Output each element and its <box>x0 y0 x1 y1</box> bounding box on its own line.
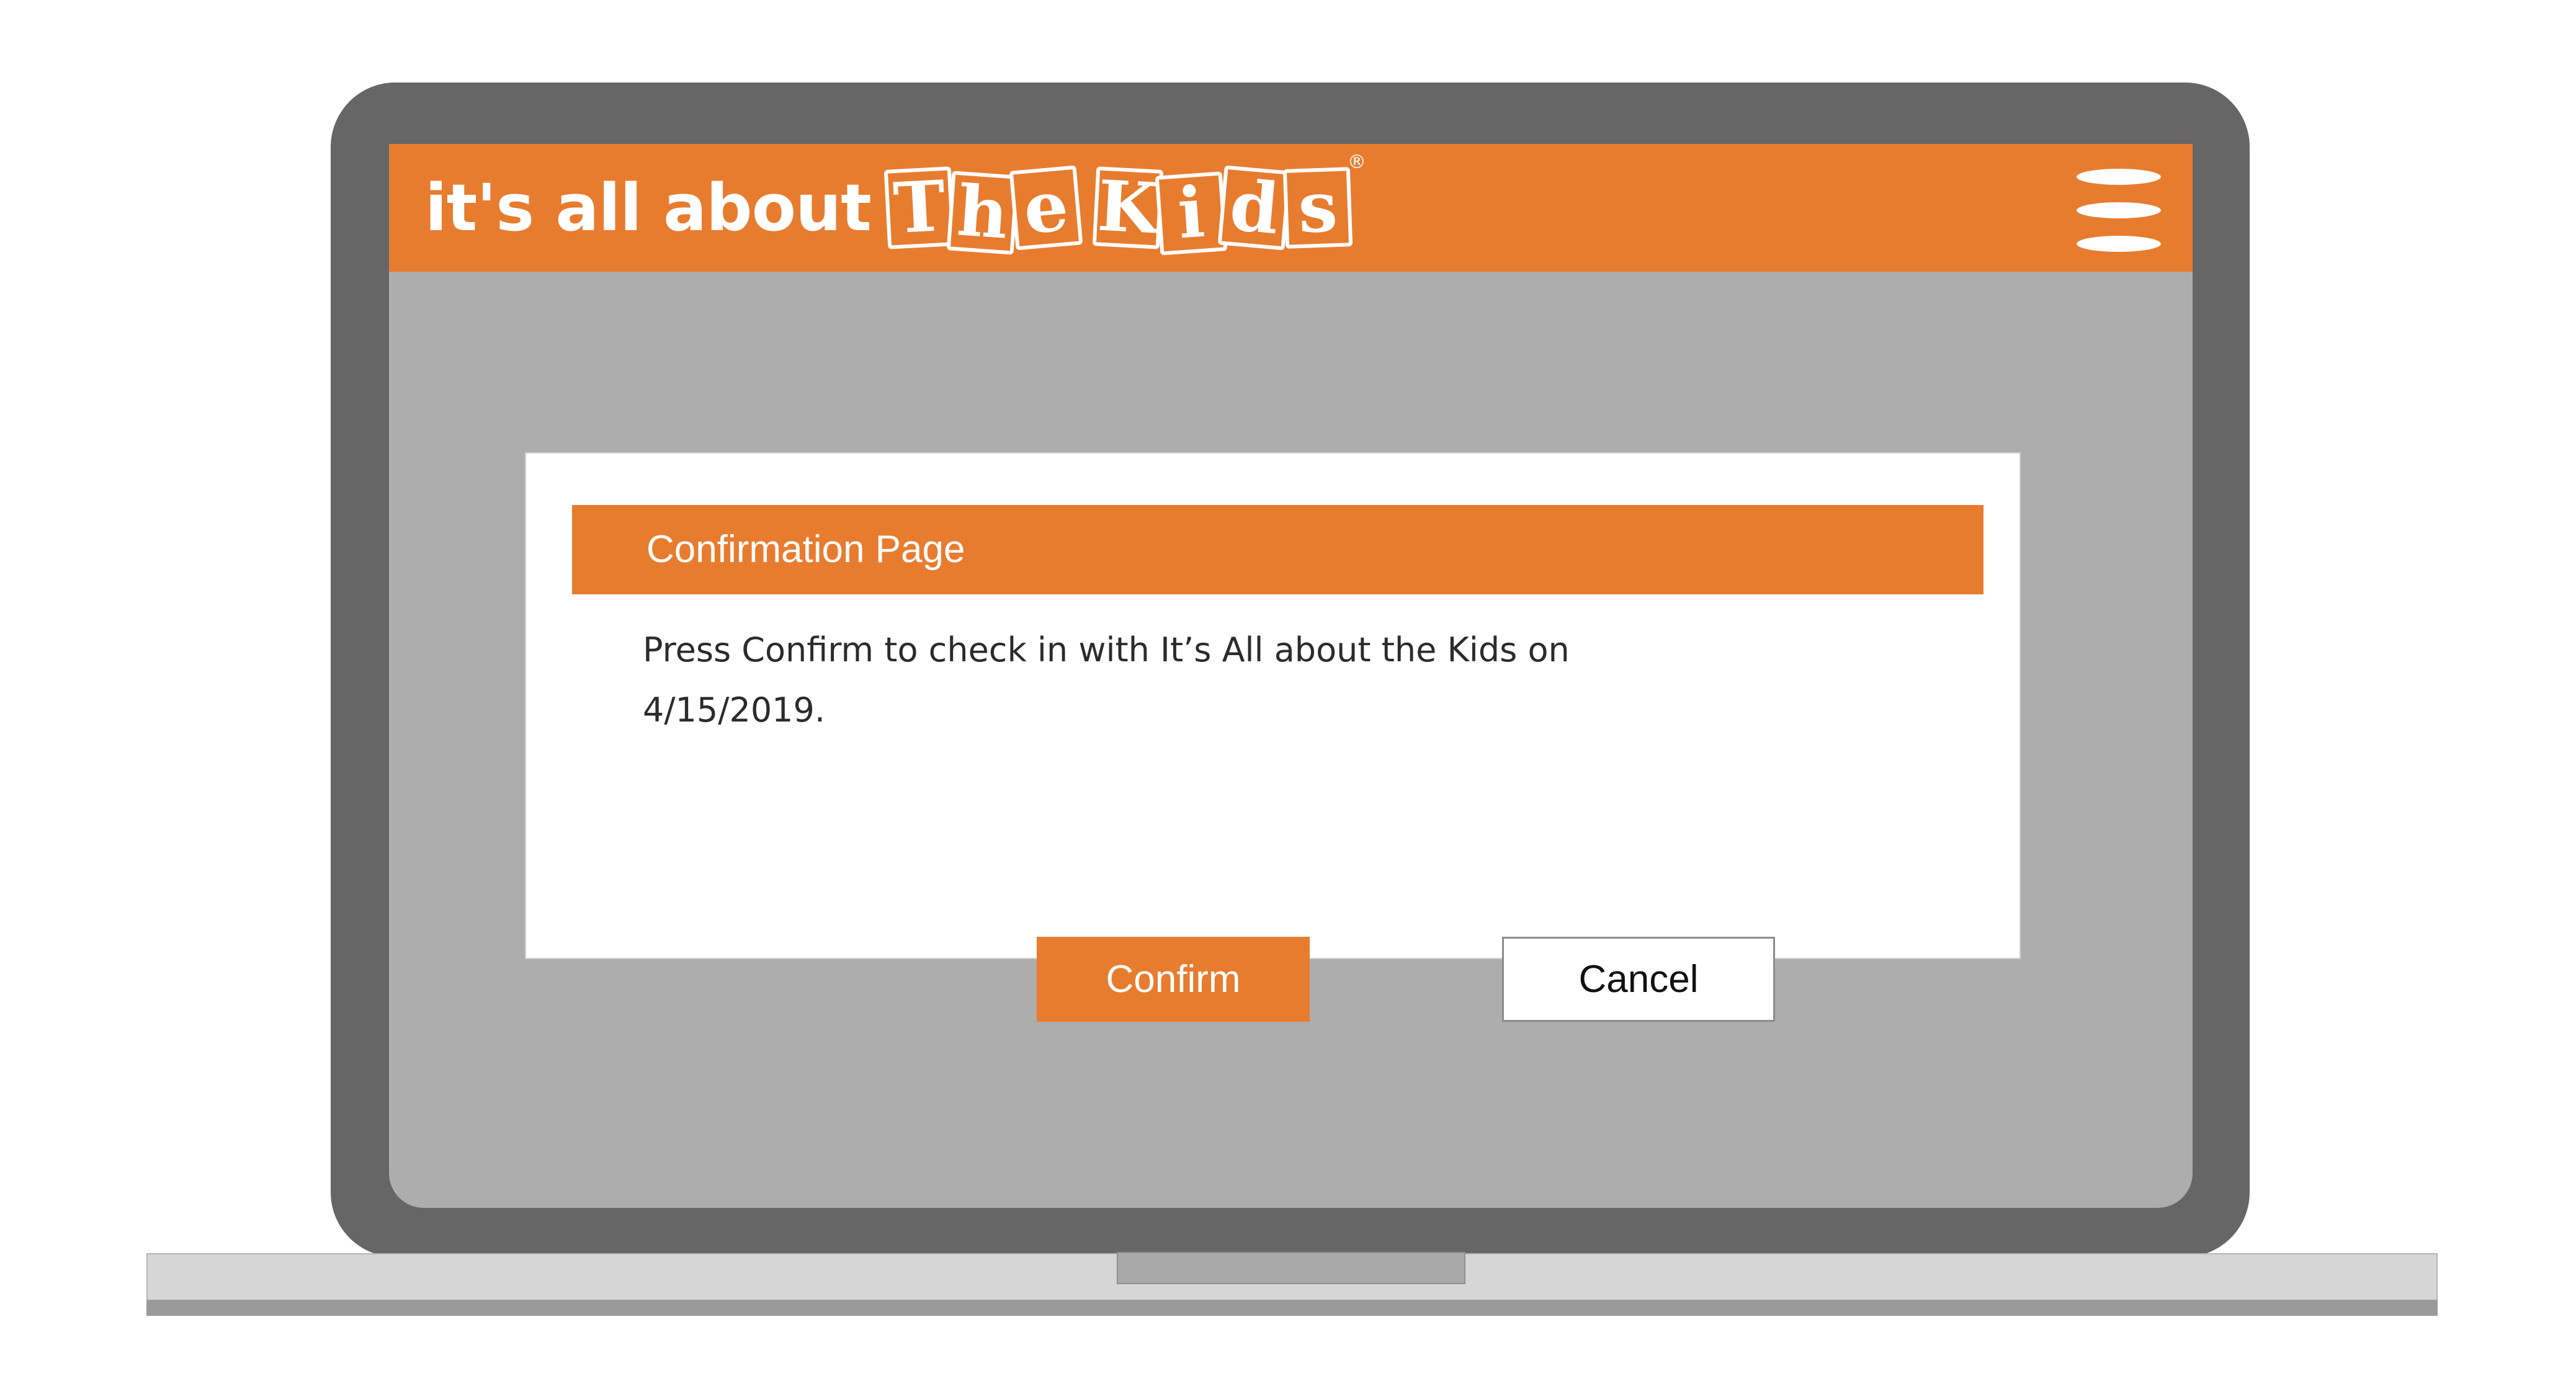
laptop-mockup: it's all about T h e K i d s ® Confirmat… <box>0 0 2576 1394</box>
confirm-button[interactable]: Confirm <box>1037 937 1310 1022</box>
registered-mark: ® <box>1347 151 1366 173</box>
menu-bar <box>2077 202 2161 218</box>
brand-tile: T <box>883 166 955 249</box>
brand-tile: h <box>946 170 1019 255</box>
dialog-message-date: 4/15/2019. <box>643 690 826 730</box>
hamburger-menu-icon[interactable] <box>2077 166 2163 252</box>
cancel-button[interactable]: Cancel <box>1502 937 1775 1022</box>
laptop-base-edge <box>146 1300 2438 1316</box>
brand-tiles: T h e K i d s ® <box>883 151 1366 256</box>
app-header: it's all about T h e K i d s ® <box>389 144 2193 272</box>
laptop-notch <box>1117 1252 1465 1284</box>
dialog-message-line: Press Confirm to check in with It’s All … <box>643 630 1570 669</box>
dialog-title-bar: Confirmation Page <box>572 505 1983 594</box>
menu-bar <box>2077 236 2161 252</box>
dialog-title: Confirmation Page <box>646 528 965 571</box>
brand-tile: i <box>1155 171 1228 256</box>
brand-tile: e <box>1009 165 1083 251</box>
brand-logo[interactable]: it's all about T h e K i d s ® <box>425 144 1366 272</box>
dialog-message: Press Confirm to check in with It’s All … <box>643 620 1660 740</box>
brand-tile: K <box>1092 166 1164 249</box>
confirmation-dialog: Confirmation Page Press Confirm to check… <box>525 452 2021 1022</box>
app-screen: it's all about T h e K i d s ® Confirmat… <box>389 144 2193 1208</box>
brand-prefix: it's all about <box>425 170 872 246</box>
menu-bar <box>2077 169 2161 185</box>
brand-tile: d <box>1217 165 1292 251</box>
brand-tile: s <box>1282 166 1353 249</box>
